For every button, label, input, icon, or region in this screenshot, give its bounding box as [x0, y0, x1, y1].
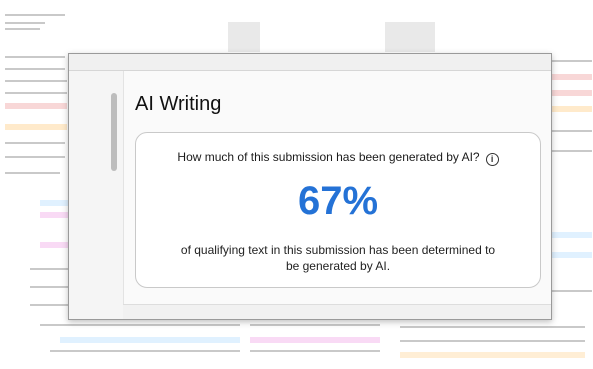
panel-side-strip: [69, 71, 124, 319]
document-tab: [385, 22, 435, 52]
panel-title: AI Writing: [135, 93, 222, 115]
ai-score-card: How much of this submission has been gen…: [135, 132, 541, 288]
panel-footer-bar: [123, 304, 551, 319]
document-tab: [228, 22, 260, 52]
question-label: How much of this submission has been gen…: [177, 150, 480, 164]
result-description: of qualifying text in this submission ha…: [180, 243, 496, 273]
ai-percentage: 67%: [297, 179, 379, 223]
question-text: How much of this submission has been gen…: [136, 150, 540, 166]
info-icon[interactable]: i: [485, 153, 499, 166]
scrollbar[interactable]: [111, 93, 117, 171]
ai-writing-panel: AI Writing How much of this submission h…: [68, 53, 552, 320]
panel-header-bar: [69, 54, 551, 71]
